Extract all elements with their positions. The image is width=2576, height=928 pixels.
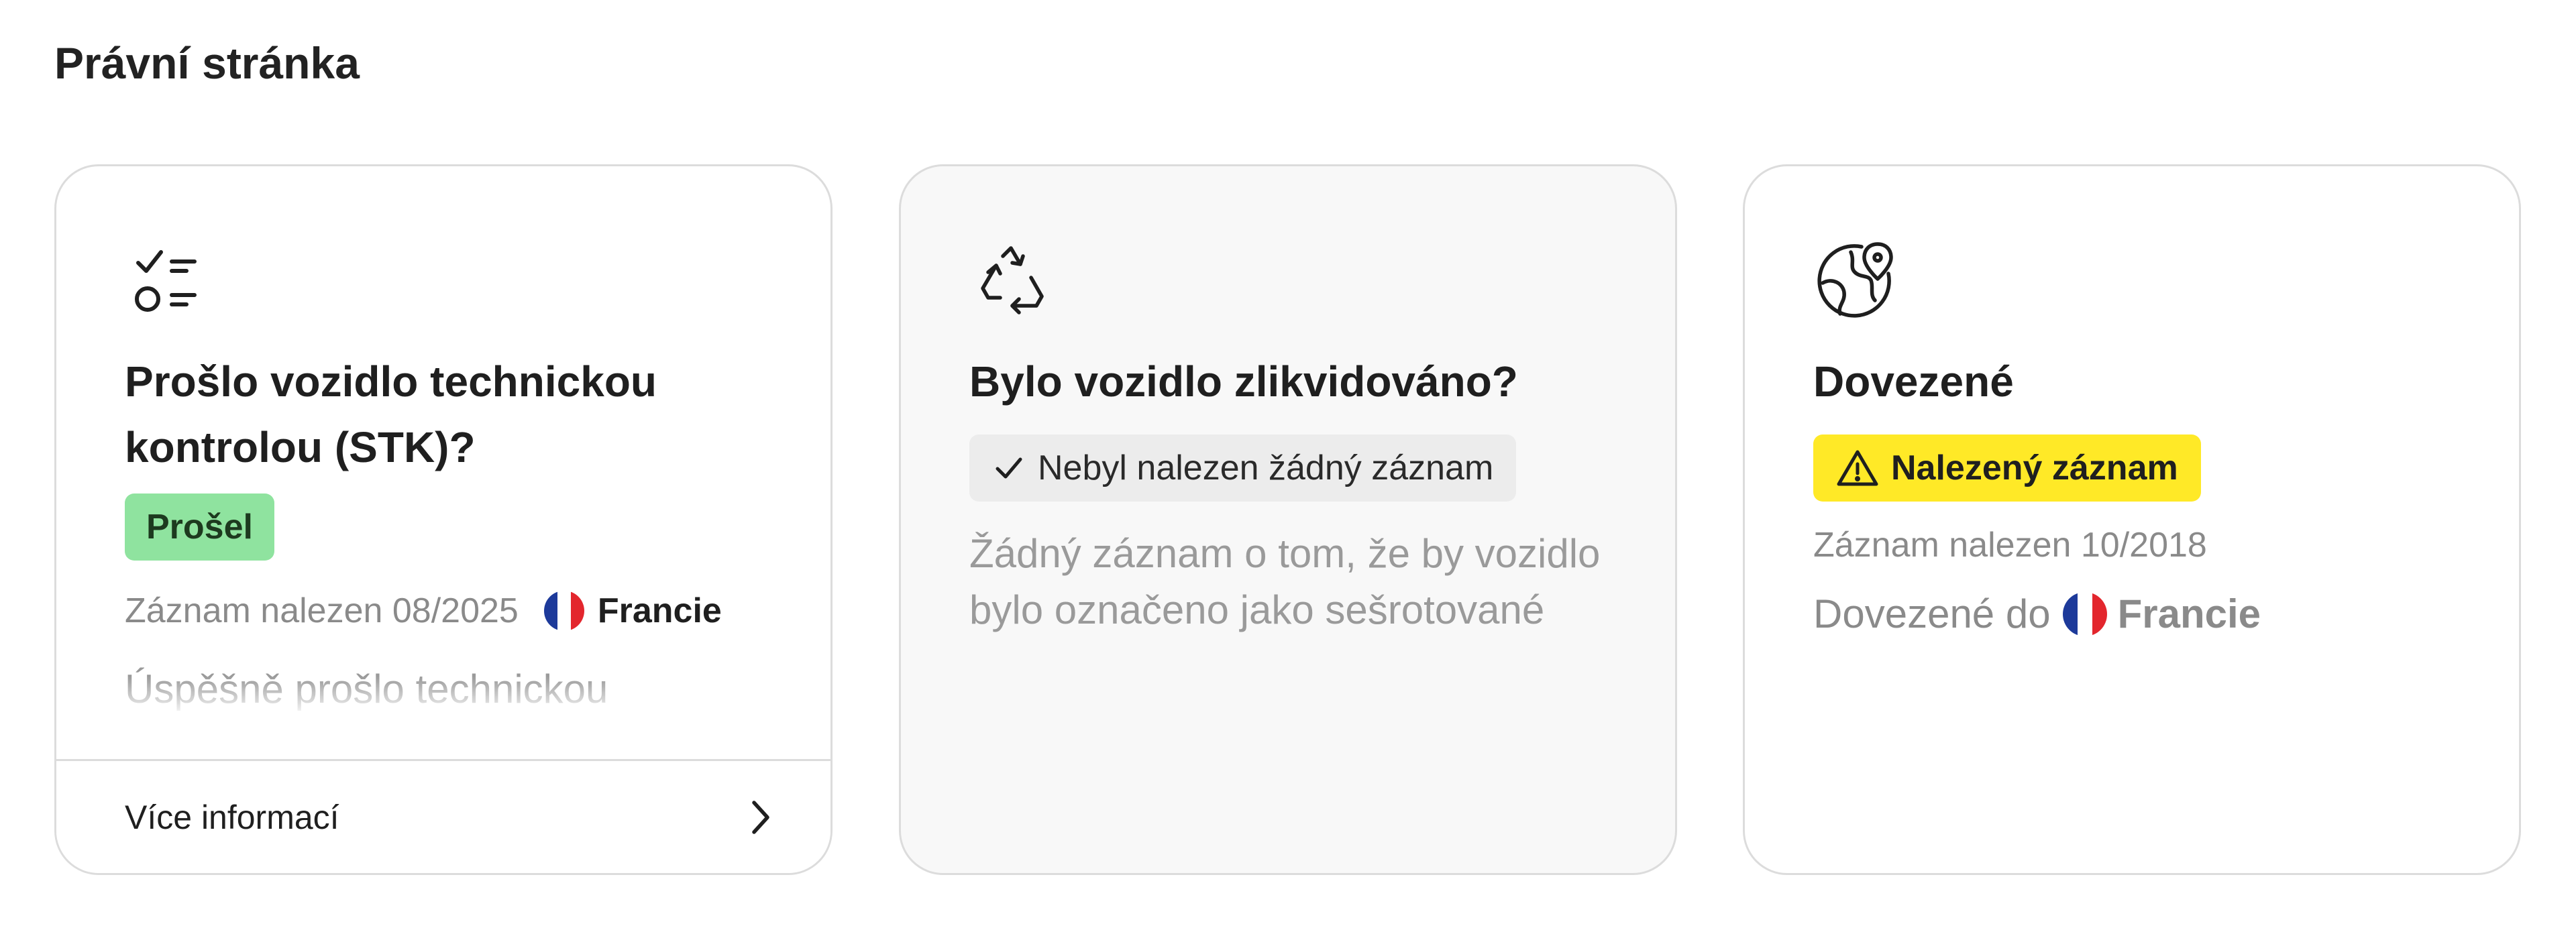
chevron-right-icon [746, 797, 775, 837]
card-imported: Dovezené Nalezený záznam Záznam nalezen … [1743, 164, 2521, 875]
more-info-label: Více informací [125, 798, 339, 836]
country-name: Francie [2117, 591, 2261, 636]
card-description: Úspěšně prošlo technickou kontrolou [125, 666, 608, 711]
card-title: Dovezené [1813, 357, 2014, 406]
check-icon [992, 451, 1026, 485]
card-scrapped: Bylo vozidlo zlikvidováno? Nebyl nalezen… [899, 164, 1677, 875]
checklist-icon [125, 239, 208, 322]
france-flag-icon [2062, 592, 2107, 636]
record-info: Záznam nalezen 08/2025 Francie [125, 587, 777, 634]
legal-section: Právní stránka Prošlo vozidlo technickou… [0, 0, 2576, 928]
record-date: Záznam nalezen 08/2025 [125, 591, 519, 630]
card-title: Prošlo vozidlo technickou kontrolou (STK… [125, 357, 657, 471]
status-badge-record-found: Nalezený záznam [1813, 434, 2201, 502]
imported-to: Dovezené do Francie [1813, 586, 2465, 642]
section-title: Právní stránka [54, 38, 360, 88]
card-title: Bylo vozidlo zlikvidováno? [969, 357, 1518, 406]
globe-pin-icon [1813, 239, 1896, 322]
country-name: Francie [597, 591, 722, 630]
status-badge-passed: Prošel [125, 494, 274, 561]
description-clip: Úspěšně prošlo technickou kontrolou [125, 634, 777, 711]
card-description: Žádný záznam o tom, že by vozidlo bylo o… [969, 531, 1601, 632]
status-badge-no-record: Nebyl nalezen žádný záznam [969, 434, 1517, 502]
warning-icon [1836, 448, 1879, 488]
badge-label: Nebyl nalezen žádný záznam [1038, 449, 1494, 487]
recycle-icon [969, 239, 1053, 322]
record-date: Záznam nalezen 10/2018 [1813, 526, 2207, 565]
more-info-button[interactable]: Více informací [56, 759, 830, 873]
badge-label: Nalezený záznam [1891, 449, 2178, 487]
france-flag-icon [543, 591, 584, 631]
record-info: Záznam nalezen 10/2018 [1813, 522, 2465, 569]
imported-to-label: Dovezené do [1813, 591, 2051, 636]
card-technical-inspection: Prošlo vozidlo technickou kontrolou (STK… [54, 164, 833, 875]
